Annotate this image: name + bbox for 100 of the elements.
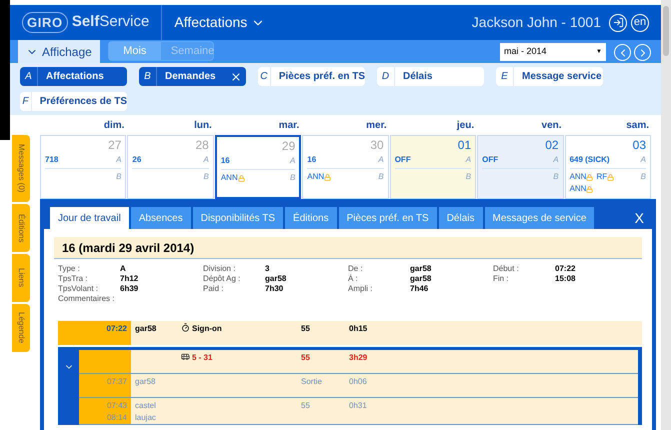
row-letter: A <box>378 154 384 166</box>
row-letter: B <box>116 171 122 183</box>
filter-letter: E <box>496 67 514 86</box>
display-toggle[interactable]: Affichage <box>18 40 100 63</box>
place-cell-text: castel laujac <box>134 400 157 424</box>
weekday-label: sam. <box>625 118 650 132</box>
close-icon <box>230 70 242 82</box>
side-tab[interactable]: Liens <box>12 254 30 302</box>
filter-letter: F <box>20 92 32 111</box>
detail-value: gar58 <box>265 273 286 283</box>
duration-cell-text: 0h06 <box>349 376 367 388</box>
day-cell[interactable]: 27 718 A B <box>40 135 126 199</box>
bus-icon <box>181 352 190 361</box>
row-letter: B <box>378 171 384 183</box>
row-letter: B <box>290 172 296 184</box>
code-cell-text: 55 <box>301 400 311 412</box>
piece-title: 5 - 31 <box>192 352 212 364</box>
panel-tab[interactable]: Absences <box>130 207 191 229</box>
weekday-label: dim. <box>102 118 126 132</box>
filter-chip[interactable]: A Affectations <box>20 67 127 86</box>
detail-value: 3 <box>265 263 270 273</box>
detail-label: TpsTra : <box>58 273 88 283</box>
request-text: ANN <box>570 183 586 195</box>
detail-label: À : <box>348 273 359 283</box>
side-tab[interactable]: Éditions <box>12 204 30 252</box>
side-tab[interactable]: Messages (0) <box>12 135 30 202</box>
logo: GIRO <box>22 12 68 34</box>
stopwatch-icon <box>181 323 190 332</box>
filter-letter: B <box>139 67 157 86</box>
language-button[interactable]: en <box>631 14 649 32</box>
assignment-text: 16 <box>307 154 316 166</box>
code-cell-text: 55 <box>301 352 311 364</box>
previous-button[interactable] <box>614 44 631 61</box>
filter-chip[interactable]: B Demandes <box>139 67 246 86</box>
time-cell: 07:37 <box>79 374 131 397</box>
user-name: Jackson John - 1001 <box>472 13 601 32</box>
filter-chip[interactable]: C Pièces préf. en TS <box>258 67 365 86</box>
assignment-text: 16 <box>220 155 230 167</box>
row-letter: B <box>466 171 472 183</box>
weekday-label: mer. <box>365 118 388 132</box>
weekday-label: lun. <box>193 118 213 132</box>
filter-chip[interactable]: F Préférences de TS <box>20 92 127 111</box>
duty-title: 16 (mardi 29 avril 2014) <box>54 237 642 259</box>
duration-cell-text: 3h29 <box>349 352 368 364</box>
weekday-label: jeu. <box>456 118 476 132</box>
detail-value: gar58 <box>410 263 432 273</box>
filter-chip[interactable]: E Message service <box>496 67 603 86</box>
detail-label: TpsVolant : <box>58 283 100 293</box>
assignment-text: 718 <box>45 154 58 166</box>
day-number: 29 <box>280 138 296 155</box>
day-number: 30 <box>369 137 384 154</box>
day-cell[interactable]: 01 OFF A B <box>390 135 476 199</box>
day-number: 28 <box>194 137 209 154</box>
detail-value: 7h12 <box>120 273 138 283</box>
day-cell[interactable]: 29 16 A ANN B <box>214 135 302 199</box>
detail-value: 07:22 <box>555 263 576 273</box>
place-cell-text: gar58 <box>134 323 158 335</box>
request-text: ANN <box>220 172 238 184</box>
close-button[interactable]: X <box>634 208 644 228</box>
day-number: 03 <box>632 137 646 154</box>
duration-cell-text: 0h15 <box>349 323 368 335</box>
panel-tab[interactable]: Messages de service <box>484 207 594 229</box>
detail-value: A <box>120 263 126 273</box>
panel-tab[interactable]: Pièces préf. en TS <box>338 207 437 229</box>
detail-label: Fin : <box>493 273 510 283</box>
day-cell[interactable]: 02 OFF A B <box>477 135 564 199</box>
detail-value: 15:08 <box>555 273 576 283</box>
filter-chip[interactable]: D Délais <box>377 67 484 86</box>
row-letter: A <box>466 154 472 166</box>
day-cell[interactable]: 28 26 A B <box>127 135 214 199</box>
logout-button[interactable] <box>609 14 627 32</box>
panel-tab[interactable]: Éditions <box>285 207 337 229</box>
row-letter: B <box>640 171 646 183</box>
time-column-block <box>79 350 131 373</box>
detail-label: Dépôt Ag : <box>203 273 242 283</box>
code-cell-text: Sortie <box>301 376 323 388</box>
weekday-label: ven. <box>540 118 563 132</box>
request-text: ANN <box>570 171 586 183</box>
logout-icon <box>612 17 624 28</box>
row-letter: B <box>204 171 209 183</box>
side-tab[interactable]: Légende <box>12 304 30 352</box>
activity-text: Sign-on <box>192 323 222 335</box>
day-cell[interactable]: 03 649 (SICK) A ANN RF ANN B <box>564 135 651 199</box>
weekday-label: mar. <box>278 118 300 132</box>
assignment-text: OFF <box>482 154 498 166</box>
panel-tab[interactable]: Jour de travail <box>50 207 129 229</box>
detail-label: Ampli : <box>348 283 374 293</box>
assignment-text: 26 <box>132 154 142 166</box>
panel-tab[interactable]: Disponibilités TS <box>192 207 284 229</box>
row-letter: A <box>640 154 646 166</box>
assignment-text: OFF <box>394 154 411 166</box>
scrollbar[interactable] <box>661 0 671 430</box>
day-cell[interactable]: 30 16 A ANN B <box>302 135 389 199</box>
panel-tab[interactable]: Délais <box>438 207 482 229</box>
row-letter: A <box>116 154 122 166</box>
next-button[interactable] <box>634 44 651 61</box>
detail-value: 7h46 <box>410 283 428 293</box>
module-menu[interactable]: Affectations <box>174 12 266 33</box>
detail-label: Début : <box>493 263 520 273</box>
day-number: 02 <box>544 137 559 154</box>
